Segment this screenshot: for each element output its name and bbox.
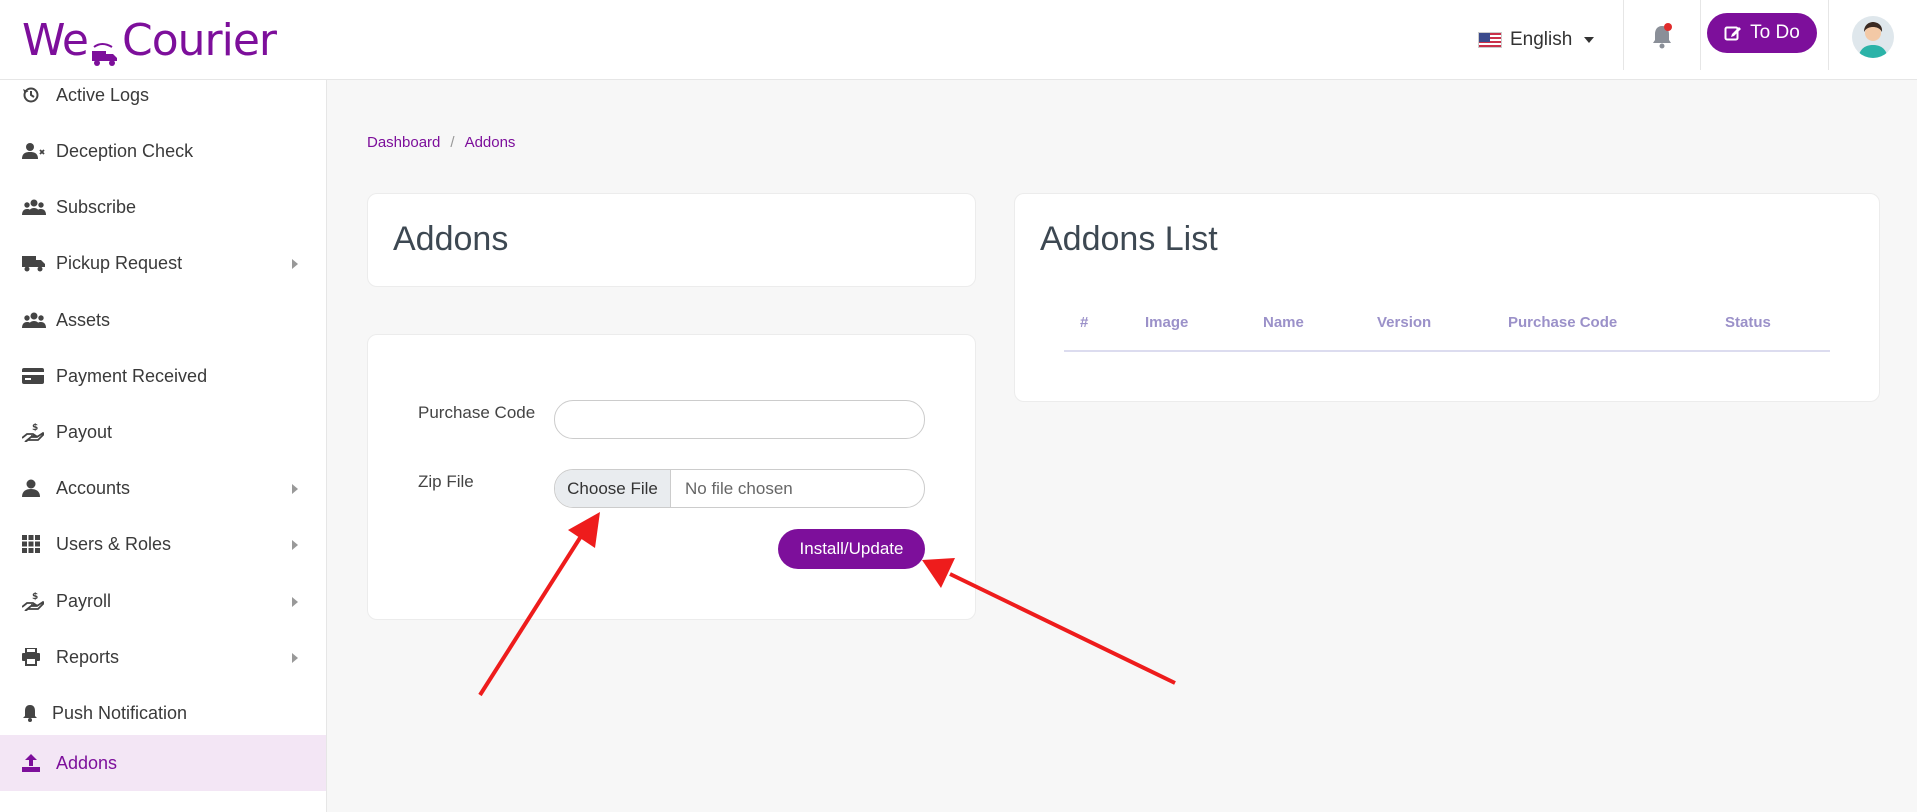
addons-list-card: Addons List [1014,193,1880,402]
chevron-right-icon [292,540,298,550]
purchase-code-label: Purchase Code [418,403,536,422]
printer-icon [22,647,46,667]
sidebar-item-payment-received[interactable]: Payment Received [0,348,326,404]
sidebar-item-active-logs[interactable]: Active Logs [0,80,326,123]
logo-text-we: We [22,14,89,66]
todo-button[interactable]: To Do [1707,13,1817,53]
table-header-version: Version [1377,314,1432,331]
breadcrumb-addons: Addons [464,134,516,151]
purchase-code-input[interactable] [554,400,925,439]
sidebar-item-reports[interactable]: Reports [0,629,326,685]
chevron-right-icon [292,653,298,663]
sidebar-item-pickup-request[interactable]: Pickup Request [0,235,326,291]
sidebar-item-label: Payout [56,421,113,442]
users-icon [22,197,46,217]
todo-label: To Do [1750,22,1800,43]
sidebar-item-label: Users & Roles [56,533,172,554]
logo-text-courier: Courier [122,14,277,66]
sidebar-item-label: Pickup Request [56,252,183,273]
sidebar-item-label: Push Notification [52,702,188,723]
chevron-right-icon [292,484,298,494]
history-icon [22,85,46,105]
sidebar-item-payroll[interactable]: $ Payroll [0,573,326,629]
zip-file-input[interactable]: Choose File No file chosen [554,469,925,508]
sidebar-item-label: Addons [56,752,118,773]
hand-dollar-icon: $ [22,591,46,611]
install-update-button[interactable]: Install/Update [778,529,925,569]
user-icon [22,478,46,498]
sidebar-item-users-roles[interactable]: Users & Roles [0,516,326,572]
addons-title-card: Addons [367,193,976,287]
choose-file-button[interactable]: Choose File [555,470,671,507]
sidebar-item-label: Reports [56,646,120,667]
header-divider [1623,0,1624,70]
top-header: We Courier English To Do [0,0,1917,80]
sidebar-item-label: Active Logs [56,84,150,105]
users-icon [22,310,46,330]
grid-icon [22,534,46,554]
user-avatar[interactable] [1852,16,1894,58]
addons-card-title: Addons [393,220,509,258]
addons-list-title: Addons List [1040,220,1218,258]
us-flag-icon [1478,32,1502,48]
sidebar-item-label: Deception Check [56,140,194,161]
logo[interactable]: We Courier [22,12,277,68]
sidebar-item-payout[interactable]: $ Payout [0,404,326,460]
edit-icon [1724,26,1742,41]
breadcrumb-dashboard-link[interactable]: Dashboard [367,134,440,151]
sidebar-item-accounts[interactable]: Accounts [0,460,326,516]
table-header-purchase-code: Purchase Code [1508,314,1618,331]
credit-card-icon [22,366,46,386]
breadcrumb: Dashboard / Addons [367,134,515,151]
sidebar-item-push-notification[interactable]: Push Notification [0,685,326,741]
language-selector[interactable]: English [1478,22,1595,58]
sidebar-item-label: Assets [56,309,111,330]
table-header-name: Name [1263,314,1304,331]
notification-bell-icon[interactable] [1650,22,1674,50]
language-label: English [1510,29,1573,50]
sidebar-item-label: Payment Received [56,365,208,386]
truck-logo-icon [90,27,120,66]
sidebar-item-addons[interactable]: Addons [0,735,326,791]
table-header-image: Image [1145,314,1189,331]
upload-icon [22,753,46,773]
svg-text:$: $ [32,423,38,433]
user-x-icon [22,141,46,161]
sidebar-item-label: Subscribe [56,196,137,217]
file-name-text: No file chosen [685,478,793,498]
chevron-right-icon [292,597,298,607]
truck-icon [22,253,46,273]
sidebar-item-deception-check[interactable]: Deception Check [0,123,326,179]
zip-file-label: Zip File [418,472,474,491]
table-header-divider [1064,350,1830,352]
svg-text:$: $ [32,592,38,602]
hand-dollar-icon: $ [22,422,46,442]
header-divider [1828,0,1829,70]
sidebar-item-label: Payroll [56,590,112,611]
sidebar-item-assets[interactable]: Assets [0,292,326,348]
sidebar-item-subscribe[interactable]: Subscribe [0,179,326,235]
caret-down-icon [1584,37,1595,43]
breadcrumb-separator: / [450,134,455,151]
header-divider [1700,0,1701,70]
table-header-status: Status [1725,314,1771,331]
chevron-right-icon [292,259,298,269]
sidebar-item-label: Accounts [56,477,131,498]
table-header-number: # [1080,314,1089,331]
bell-icon [22,703,44,723]
sidebar: Active Logs Deception Check Subscribe Pi… [0,80,327,812]
